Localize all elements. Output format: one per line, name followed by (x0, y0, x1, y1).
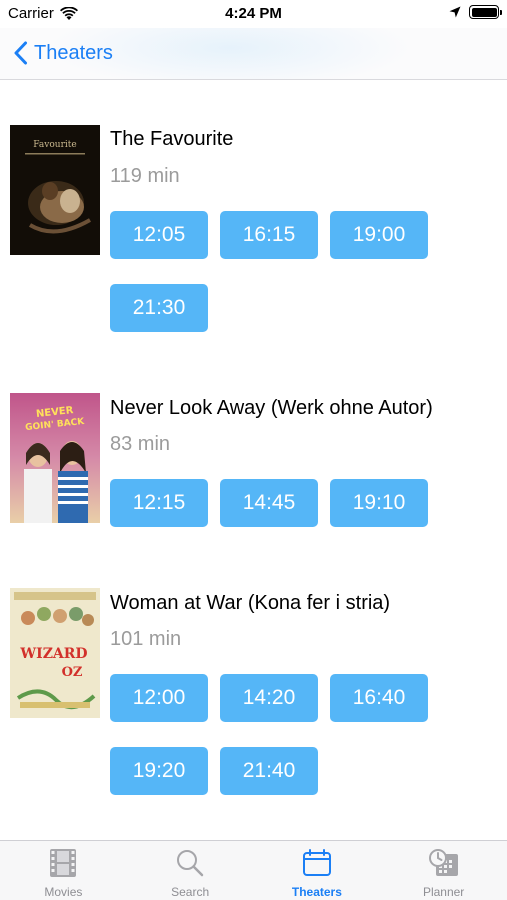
back-button[interactable]: Theaters (14, 38, 113, 68)
tab-search[interactable]: Search (127, 841, 254, 900)
status-time: 4:24 PM (225, 5, 282, 22)
tab-movies[interactable]: Movies (0, 841, 127, 900)
tab-bar: Movies Search Theaters Planner (0, 840, 507, 900)
showtime-button[interactable]: 21:30 (110, 284, 208, 332)
movie-poster[interactable]: WIZARD OZ (10, 588, 100, 718)
showtime-button[interactable]: 14:45 (220, 479, 318, 527)
movie-title: Never Look Away (Werk ohne Autor) (110, 397, 433, 419)
tab-planner[interactable]: Planner (380, 841, 507, 900)
navigation-bar: Theaters (0, 28, 507, 80)
movie-duration: 119 min (110, 165, 180, 187)
movie-poster[interactable]: Favourite (10, 125, 100, 255)
status-bar: Carrier 4:24 PM (0, 0, 507, 28)
showtime-button[interactable]: 12:15 (110, 479, 208, 527)
movie-duration: 101 min (110, 628, 182, 650)
poster-art: WIZARD OZ (10, 588, 100, 718)
showtime-button[interactable]: 21:40 (220, 747, 318, 795)
showtime-button[interactable]: 14:20 (220, 674, 318, 722)
back-button-label: Theaters (34, 41, 113, 64)
movie-title: Woman at War (Kona fer i stria) (110, 592, 391, 614)
showtime-button[interactable]: 16:40 (330, 674, 428, 722)
showtime-button[interactable]: 19:00 (330, 211, 428, 259)
movie-poster[interactable]: NEVER GOIN' BACK (10, 393, 100, 523)
showtime-button[interactable]: 16:15 (220, 211, 318, 259)
showtime-button[interactable]: 12:05 (110, 211, 208, 259)
calendar-icon (301, 847, 333, 879)
poster-title: Favourite (33, 140, 76, 150)
screen: Carrier 4:24 PM Theaters Favourite The F… (0, 0, 507, 900)
tab-theaters[interactable]: Theaters (254, 841, 381, 900)
poster-art: Favourite (10, 125, 100, 255)
planner-icon (428, 847, 460, 879)
battery-icon (469, 5, 502, 19)
tab-label: Search (171, 885, 210, 899)
movie-title: The Favourite (110, 128, 234, 150)
chevron-left-icon (14, 41, 27, 65)
showtime-button[interactable]: 19:10 (330, 479, 428, 527)
movie-duration: 83 min (110, 433, 171, 455)
tab-label: Movies (44, 885, 83, 899)
svg-text:OZ: OZ (62, 665, 83, 680)
svg-text:WIZARD: WIZARD (19, 646, 87, 662)
film-icon (47, 847, 79, 879)
showtime-button[interactable]: 19:20 (110, 747, 208, 795)
search-icon (174, 847, 206, 879)
tab-label: Planner (422, 885, 465, 899)
showtime-button[interactable]: 12:00 (110, 674, 208, 722)
location-arrow-icon (449, 6, 461, 18)
movie-list[interactable]: Favourite The Favourite 119 min 12:05 16… (0, 80, 507, 840)
tab-label: Theaters (291, 885, 342, 899)
poster-art: NEVER GOIN' BACK (10, 393, 100, 523)
status-right (449, 5, 502, 19)
